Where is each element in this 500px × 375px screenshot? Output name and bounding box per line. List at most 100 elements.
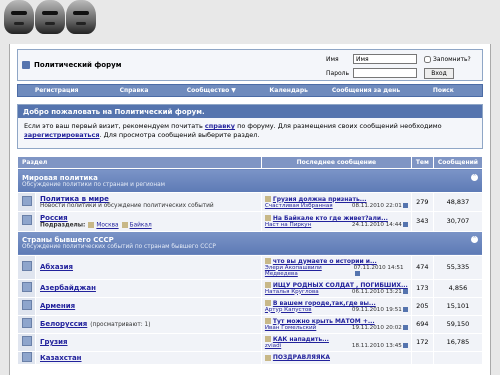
forum-status-cell	[17, 211, 36, 232]
thread-count	[410, 350, 434, 365]
last-post-user[interactable]: Артур Капустов	[265, 307, 312, 313]
password-input[interactable]	[353, 68, 417, 78]
last-post-title[interactable]: что вы думаете о истории и...	[264, 258, 408, 265]
last-post-title[interactable]: В вашем городе,так,где вы...	[264, 300, 408, 307]
forum-home-icon[interactable]	[22, 61, 30, 69]
last-post-title[interactable]: Тут можно крыть МАТОМ +...	[264, 318, 408, 325]
last-post-date: 08.11.2010	[351, 202, 384, 209]
last-post-user[interactable]: Иван Гомельский	[265, 325, 316, 331]
remember-checkbox[interactable]	[424, 55, 431, 63]
post-count: 48,837	[432, 192, 484, 212]
last-post-time: 19.11.2010 20:02	[352, 324, 408, 331]
subforum-link[interactable]: Байкал	[130, 223, 152, 229]
forum-link[interactable]: Армения	[40, 302, 75, 310]
last-post-time: 24.11.2010 14:44	[352, 221, 408, 228]
last-post-cell: КАК нападить... zviadi 18.11.2010 13:45	[260, 332, 412, 352]
forum-status-icon	[21, 351, 32, 362]
last-post-user[interactable]: Элери Акопашвили Медведева	[265, 265, 322, 277]
last-post-title-text: КАК нападить...	[272, 335, 329, 343]
help-link[interactable]: справку	[205, 122, 235, 130]
last-post-meta: Наст на Пиркун 24.11.2010 14:44	[265, 221, 408, 228]
forum-name-cell: Абхазия	[35, 254, 262, 280]
last-post-title[interactable]: Грузия должна признать...	[264, 195, 408, 203]
go-to-post-icon[interactable]	[402, 288, 408, 294]
forum-name-cell: Азербайджан	[35, 278, 262, 298]
subforum-icon	[88, 222, 95, 228]
forum-link[interactable]: Казахстан	[40, 354, 82, 362]
last-post-title[interactable]: КАК нападить...	[264, 335, 408, 343]
post-icon	[264, 258, 271, 264]
last-post-title[interactable]: ИЩУ РОДНЫХ СОЛДАТ , ПОГИБШИХ...	[264, 282, 408, 289]
forum-row: Политика в мире Новости политики и обсужд…	[17, 192, 484, 212]
last-post-title-text: Грузия должна признать...	[272, 195, 367, 203]
category-cell: ⌃ Страны бывшего СССР Обсуждение политичес…	[17, 230, 483, 256]
post-count: 59,150	[432, 314, 484, 334]
username-input[interactable]	[353, 54, 417, 64]
forum-status-cell	[17, 296, 36, 316]
go-to-post-icon[interactable]	[402, 221, 408, 227]
go-to-post-icon[interactable]	[402, 324, 408, 330]
remember-me[interactable]: Запомнить?	[424, 55, 476, 63]
forum-link[interactable]: Грузия	[40, 338, 68, 346]
category-row: ⌃ Страны бывшего СССР Обсуждение политичес…	[17, 230, 483, 256]
last-post-user[interactable]: Счастливая Избранная	[265, 203, 333, 209]
last-post-meta: Элери Акопашвили Медведева 07.11.2010 14:…	[265, 265, 408, 277]
nav-new-posts[interactable]: Сообщения за день	[327, 87, 404, 94]
login-button[interactable]: Вход	[424, 67, 454, 79]
last-post-clock: 13:21	[385, 288, 402, 295]
logo-portrait-1	[4, 0, 34, 34]
go-to-post-icon[interactable]	[402, 342, 408, 348]
collapse-icon[interactable]: ⌃	[471, 173, 478, 181]
forum-link[interactable]: Политика в мире	[40, 195, 109, 203]
col-section: Раздел	[17, 156, 262, 169]
nav-register[interactable]: Регистрация	[18, 87, 95, 94]
forum-status-cell	[17, 314, 36, 334]
subforum-link[interactable]: Москва	[96, 223, 118, 229]
forum-status-cell	[17, 254, 36, 280]
forum-status-icon	[21, 318, 32, 328]
thread-count: 205	[410, 296, 434, 316]
forum-title-text[interactable]: Политический форум	[34, 61, 121, 69]
last-post-time: 07.11.2010 14:51	[354, 265, 408, 277]
go-to-post-icon[interactable]	[402, 306, 408, 312]
forum-status-icon	[21, 261, 32, 271]
last-post-author: Элери Акопашвили Медведева	[265, 265, 354, 277]
nav-search[interactable]: Поиск	[405, 87, 482, 94]
go-to-post-icon[interactable]	[402, 202, 408, 208]
header-box: Политический форум Имя Запомнить? Пароль…	[17, 49, 483, 81]
post-count: 16,785	[432, 332, 484, 352]
forum-status-icon	[21, 215, 32, 226]
forum-link[interactable]: Белоруссия	[40, 320, 87, 328]
last-post-cell: Тут можно крыть МАТОМ +... Иван Гомельски…	[260, 314, 412, 334]
post-icon	[264, 300, 271, 306]
last-post-user[interactable]: Наст на Пиркун	[265, 222, 311, 228]
welcome-text-2: по форуму. Для размещения своих сообщени…	[235, 122, 442, 130]
forum-name-cell: Грузия	[35, 332, 262, 352]
register-link[interactable]: зарегистрироваться	[24, 131, 100, 139]
forum-status-icon	[21, 300, 32, 310]
welcome-text: Если это ваш первый визит, рекомендуем п…	[18, 118, 482, 148]
welcome-text-1: Если это ваш первый визит, рекомендуем п…	[24, 122, 205, 130]
last-post-title[interactable]: ПОЗДРАВЛЯЯКА	[264, 354, 408, 361]
forum-link[interactable]: Азербайджан	[40, 284, 96, 292]
viewing-count: (просматривают: 1)	[90, 322, 151, 328]
thread-count: 343	[410, 211, 434, 232]
category-title[interactable]: Мировая политика	[22, 174, 478, 182]
forum-status-cell	[17, 350, 36, 365]
forum-table: Раздел Последнее сообщение Тем Сообщений…	[17, 156, 484, 365]
last-post-user[interactable]: zviadi	[265, 343, 281, 349]
nav-help[interactable]: Справка	[95, 87, 172, 94]
nav-calendar[interactable]: Календарь	[250, 87, 327, 94]
forum-link[interactable]: Абхазия	[40, 263, 73, 271]
nav-community[interactable]: Сообщество ▼	[173, 87, 250, 94]
post-icon	[264, 318, 271, 324]
welcome-box: Добро пожаловать на Политический форум. …	[17, 104, 483, 149]
last-post-user[interactable]: Наталья Круглова	[265, 289, 319, 295]
subforums-label: Подразделы:	[40, 222, 86, 229]
category-title[interactable]: Страны бывшего СССР	[22, 236, 478, 244]
collapse-icon[interactable]: ⌃	[471, 236, 478, 243]
remember-label: Запомнить?	[433, 55, 471, 63]
last-post-title[interactable]: На Байкале кто где живет?али...	[264, 215, 408, 222]
go-to-post-icon[interactable]	[354, 270, 360, 276]
forum-link[interactable]: Россия	[40, 214, 68, 222]
